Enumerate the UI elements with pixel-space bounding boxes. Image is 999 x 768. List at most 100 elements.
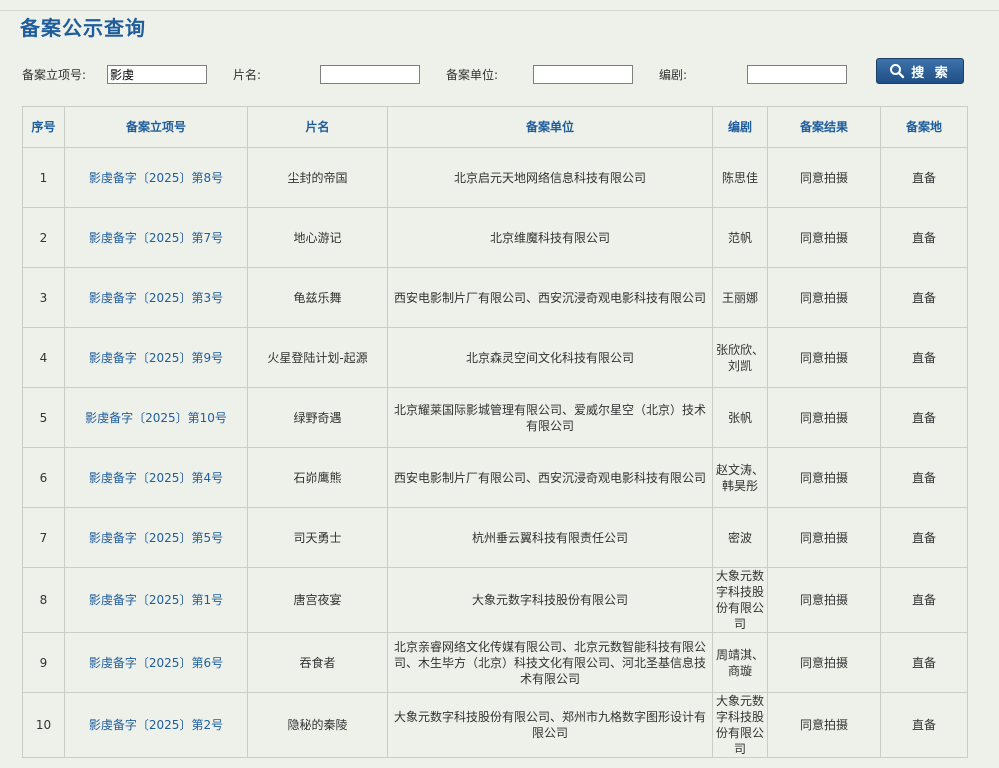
cell-unit: 北京维魔科技有限公司 — [387, 207, 713, 268]
cell-place: 直备 — [880, 147, 968, 208]
table-row: 4 影虔备字〔2025〕第9号 火星登陆计划-起源 北京森灵空间文化科技有限公司… — [22, 327, 968, 388]
cell-unit: 北京森灵空间文化科技有限公司 — [387, 327, 713, 388]
cell-writer: 大象元数字科技股份有限公司 — [712, 692, 768, 758]
cell-result: 同意拍摄 — [767, 692, 881, 758]
title-label: 片名: — [233, 68, 262, 82]
search-button[interactable]: 搜 索 — [876, 58, 964, 84]
cell-record-no: 影虔备字〔2025〕第9号 — [64, 327, 248, 388]
record-no-link[interactable]: 影虔备字〔2025〕第7号 — [89, 231, 223, 245]
unit-input[interactable] — [533, 65, 633, 84]
unit-label: 备案单位: — [446, 68, 499, 82]
record-no-link[interactable]: 影虔备字〔2025〕第3号 — [89, 291, 223, 305]
top-divider — [0, 10, 999, 11]
cell-unit: 西安电影制片厂有限公司、西安沉浸奇观电影科技有限公司 — [387, 447, 713, 508]
cell-result: 同意拍摄 — [767, 507, 881, 568]
cell-result: 同意拍摄 — [767, 387, 881, 448]
cell-record-no: 影虔备字〔2025〕第7号 — [64, 207, 248, 268]
record-no-link[interactable]: 影虔备字〔2025〕第2号 — [89, 718, 223, 732]
cell-unit: 北京耀莱国际影城管理有限公司、爱威尔星空（北京）技术有限公司 — [387, 387, 713, 448]
cell-index: 9 — [22, 632, 65, 693]
results-table: 序号 备案立项号 片名 备案单位 编剧 备案结果 备案地 1 影虔备字〔2025… — [22, 106, 968, 758]
cell-result: 同意拍摄 — [767, 147, 881, 208]
table-row: 8 影虔备字〔2025〕第1号 唐宫夜宴 大象元数字科技股份有限公司 大象元数字… — [22, 567, 968, 633]
cell-title: 石峁鹰熊 — [247, 447, 388, 508]
cell-title: 吞食者 — [247, 632, 388, 693]
cell-index: 4 — [22, 327, 65, 388]
cell-title: 唐宫夜宴 — [247, 567, 388, 633]
table-row: 2 影虔备字〔2025〕第7号 地心游记 北京维魔科技有限公司 范帆 同意拍摄 … — [22, 207, 968, 268]
table-row: 9 影虔备字〔2025〕第6号 吞食者 北京亲睿网络文化传媒有限公司、北京元数智… — [22, 632, 968, 693]
record-no-link[interactable]: 影虔备字〔2025〕第4号 — [89, 471, 223, 485]
table-row: 3 影虔备字〔2025〕第3号 龟兹乐舞 西安电影制片厂有限公司、西安沉浸奇观电… — [22, 267, 968, 328]
cell-title: 地心游记 — [247, 207, 388, 268]
cell-index: 7 — [22, 507, 65, 568]
cell-writer: 张欣欣、刘凯 — [712, 327, 768, 388]
cell-place: 直备 — [880, 207, 968, 268]
cell-title: 绿野奇遇 — [247, 387, 388, 448]
header-title: 片名 — [247, 106, 388, 148]
cell-title: 龟兹乐舞 — [247, 267, 388, 328]
page-title: 备案公示查询 — [20, 16, 146, 40]
cell-index: 6 — [22, 447, 65, 508]
cell-index: 8 — [22, 567, 65, 633]
cell-unit: 大象元数字科技股份有限公司 — [387, 567, 713, 633]
cell-index: 10 — [22, 692, 65, 758]
header-unit: 备案单位 — [387, 106, 713, 148]
cell-index: 5 — [22, 387, 65, 448]
record-no-link[interactable]: 影虔备字〔2025〕第8号 — [89, 171, 223, 185]
cell-title: 司天勇士 — [247, 507, 388, 568]
header-writer: 编剧 — [712, 106, 768, 148]
header-place: 备案地 — [880, 106, 968, 148]
cell-record-no: 影虔备字〔2025〕第4号 — [64, 447, 248, 508]
cell-writer: 王丽娜 — [712, 267, 768, 328]
cell-place: 直备 — [880, 387, 968, 448]
cell-unit: 大象元数字科技股份有限公司、郑州市九格数字图形设计有限公司 — [387, 692, 713, 758]
record-no-link[interactable]: 影虔备字〔2025〕第5号 — [89, 531, 223, 545]
cell-result: 同意拍摄 — [767, 447, 881, 508]
cell-record-no: 影虔备字〔2025〕第2号 — [64, 692, 248, 758]
table-row: 10 影虔备字〔2025〕第2号 隐秘的秦陵 大象元数字科技股份有限公司、郑州市… — [22, 692, 968, 758]
record-no-link[interactable]: 影虔备字〔2025〕第10号 — [85, 411, 227, 425]
search-bar: 备案立项号: 片名: 备案单位: 编剧: 搜 索 — [0, 56, 999, 90]
cell-record-no: 影虔备字〔2025〕第8号 — [64, 147, 248, 208]
title-input[interactable] — [320, 65, 420, 84]
table-row: 1 影虔备字〔2025〕第8号 尘封的帝国 北京启元天地网络信息科技有限公司 陈… — [22, 147, 968, 208]
record-no-input[interactable] — [107, 65, 207, 84]
cell-unit: 西安电影制片厂有限公司、西安沉浸奇观电影科技有限公司 — [387, 267, 713, 328]
cell-title: 隐秘的秦陵 — [247, 692, 388, 758]
cell-record-no: 影虔备字〔2025〕第5号 — [64, 507, 248, 568]
search-button-label: 搜 索 — [911, 65, 951, 81]
results-table-wrap: 序号 备案立项号 片名 备案单位 编剧 备案结果 备案地 1 影虔备字〔2025… — [22, 106, 968, 758]
cell-result: 同意拍摄 — [767, 567, 881, 633]
header-index: 序号 — [22, 106, 65, 148]
cell-record-no: 影虔备字〔2025〕第6号 — [64, 632, 248, 693]
cell-place: 直备 — [880, 632, 968, 693]
record-no-link[interactable]: 影虔备字〔2025〕第1号 — [89, 593, 223, 607]
cell-writer: 陈思佳 — [712, 147, 768, 208]
cell-writer: 范帆 — [712, 207, 768, 268]
cell-place: 直备 — [880, 567, 968, 633]
record-no-link[interactable]: 影虔备字〔2025〕第6号 — [89, 656, 223, 670]
table-row: 5 影虔备字〔2025〕第10号 绿野奇遇 北京耀莱国际影城管理有限公司、爱威尔… — [22, 387, 968, 448]
writer-input[interactable] — [747, 65, 847, 84]
cell-result: 同意拍摄 — [767, 632, 881, 693]
header-record-no: 备案立项号 — [64, 106, 248, 148]
cell-record-no: 影虔备字〔2025〕第3号 — [64, 267, 248, 328]
cell-title: 尘封的帝国 — [247, 147, 388, 208]
writer-label: 编剧: — [659, 68, 688, 82]
cell-place: 直备 — [880, 267, 968, 328]
cell-record-no: 影虔备字〔2025〕第1号 — [64, 567, 248, 633]
record-no-link[interactable]: 影虔备字〔2025〕第9号 — [89, 351, 223, 365]
cell-place: 直备 — [880, 507, 968, 568]
cell-result: 同意拍摄 — [767, 207, 881, 268]
search-icon — [889, 63, 905, 79]
header-result: 备案结果 — [767, 106, 881, 148]
cell-writer: 张帆 — [712, 387, 768, 448]
table-header-row: 序号 备案立项号 片名 备案单位 编剧 备案结果 备案地 — [22, 106, 968, 148]
cell-place: 直备 — [880, 447, 968, 508]
cell-index: 1 — [22, 147, 65, 208]
cell-unit: 北京亲睿网络文化传媒有限公司、北京元数智能科技有限公司、木生毕方（北京）科技文化… — [387, 632, 713, 693]
cell-result: 同意拍摄 — [767, 267, 881, 328]
table-row: 7 影虔备字〔2025〕第5号 司天勇士 杭州垂云翼科技有限责任公司 密波 同意… — [22, 507, 968, 568]
cell-result: 同意拍摄 — [767, 327, 881, 388]
